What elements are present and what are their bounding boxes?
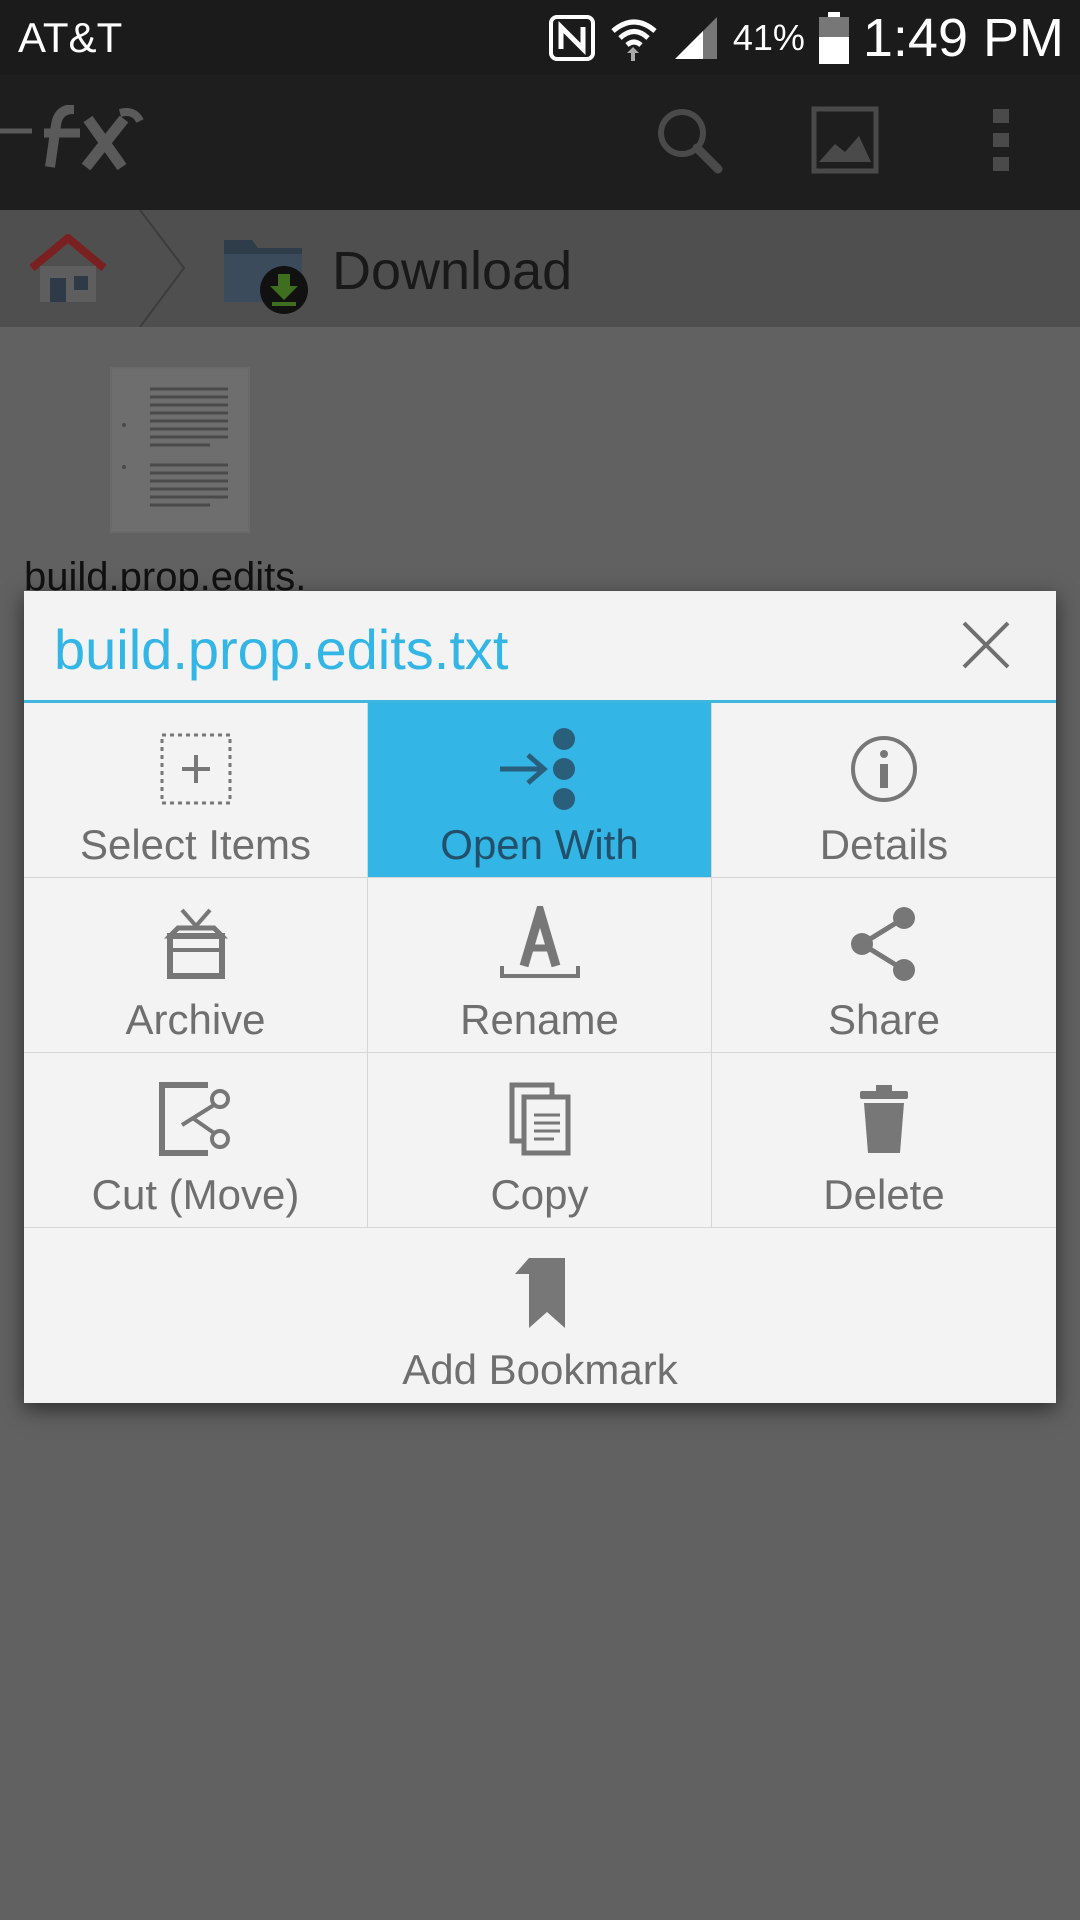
info-icon [849, 734, 919, 809]
rename-button[interactable]: Rename [368, 878, 712, 1052]
archive-label: Archive [125, 996, 266, 1043]
rename-icon [498, 895, 582, 987]
details-label: Details [819, 821, 949, 868]
archive-button[interactable]: Archive [24, 878, 368, 1052]
open-with-button[interactable]: Open With [368, 703, 712, 877]
select-items-icon [158, 731, 234, 812]
status-bar: AT&T 41% 1:49 PM [0, 0, 1080, 75]
overflow-menu-button[interactable] [946, 75, 1056, 210]
gallery-button[interactable] [790, 75, 900, 210]
breadcrumb-separator-icon [136, 209, 190, 332]
share-button[interactable]: Share [712, 878, 1056, 1052]
dialog-title: build.prop.edits.txt [54, 618, 509, 681]
actions-row: Archive Rename Share [24, 878, 1056, 1053]
nfc-icon [548, 15, 595, 61]
cut-icon [158, 1081, 234, 1162]
open-with-icon [498, 727, 582, 816]
gallery-icon [811, 106, 879, 179]
cut-move-label: Cut (Move) [91, 1171, 300, 1218]
dialog-header: build.prop.edits.txt [24, 591, 1056, 703]
trash-icon [858, 1083, 910, 1160]
share-icon [848, 906, 920, 987]
status-icons: 41% 1:49 PM [548, 6, 1064, 70]
delete-label: Delete [823, 1171, 945, 1218]
share-label: Share [827, 996, 941, 1043]
wifi-icon [609, 15, 659, 61]
copy-label: Copy [490, 1171, 589, 1218]
open-with-label: Open With [440, 821, 639, 868]
select-items-button[interactable]: Select Items [24, 703, 368, 877]
rename-label: Rename [460, 996, 619, 1043]
file-actions-dialog: build.prop.edits.txt Select Items Open W… [24, 591, 1056, 1403]
add-bookmark-label: Add Bookmark [402, 1346, 678, 1393]
fx-logo-icon [0, 104, 150, 180]
delete-button[interactable]: Delete [712, 1053, 1056, 1227]
copy-button[interactable]: Copy [368, 1053, 712, 1227]
actions-grid: Select Items Open With Details Archive R… [24, 703, 1056, 1403]
app-home-button[interactable] [0, 75, 150, 210]
add-bookmark-button[interactable]: Add Bookmark [24, 1228, 1056, 1402]
bookmark-icon [513, 1256, 567, 1337]
app-bar [0, 75, 1080, 210]
carrier-label: AT&T [18, 14, 123, 61]
actions-row: Cut (Move) Copy Delete [24, 1053, 1056, 1228]
breadcrumb-current-folder[interactable]: Download [332, 240, 572, 302]
breadcrumb: Download [0, 209, 1080, 328]
file-item[interactable] [110, 367, 250, 538]
copy-icon [508, 1081, 572, 1162]
close-button[interactable] [956, 615, 1016, 675]
close-icon [956, 621, 1016, 679]
home-icon[interactable] [26, 232, 110, 311]
archive-icon [163, 906, 228, 987]
actions-row: Add Bookmark [24, 1228, 1056, 1403]
overflow-menu-icon [989, 107, 1013, 178]
text-file-icon [110, 367, 250, 537]
actions-row: Select Items Open With Details [24, 703, 1056, 878]
signal-icon [673, 15, 719, 61]
cut-move-button[interactable]: Cut (Move) [24, 1053, 368, 1227]
clock: 1:49 PM [862, 8, 1064, 68]
select-items-label: Select Items [79, 821, 312, 868]
search-button[interactable] [634, 75, 744, 210]
battery-percent: 41% [732, 17, 805, 58]
download-folder-icon[interactable] [222, 232, 312, 321]
details-button[interactable]: Details [712, 703, 1056, 877]
search-icon [654, 105, 724, 180]
battery-icon [818, 12, 849, 64]
